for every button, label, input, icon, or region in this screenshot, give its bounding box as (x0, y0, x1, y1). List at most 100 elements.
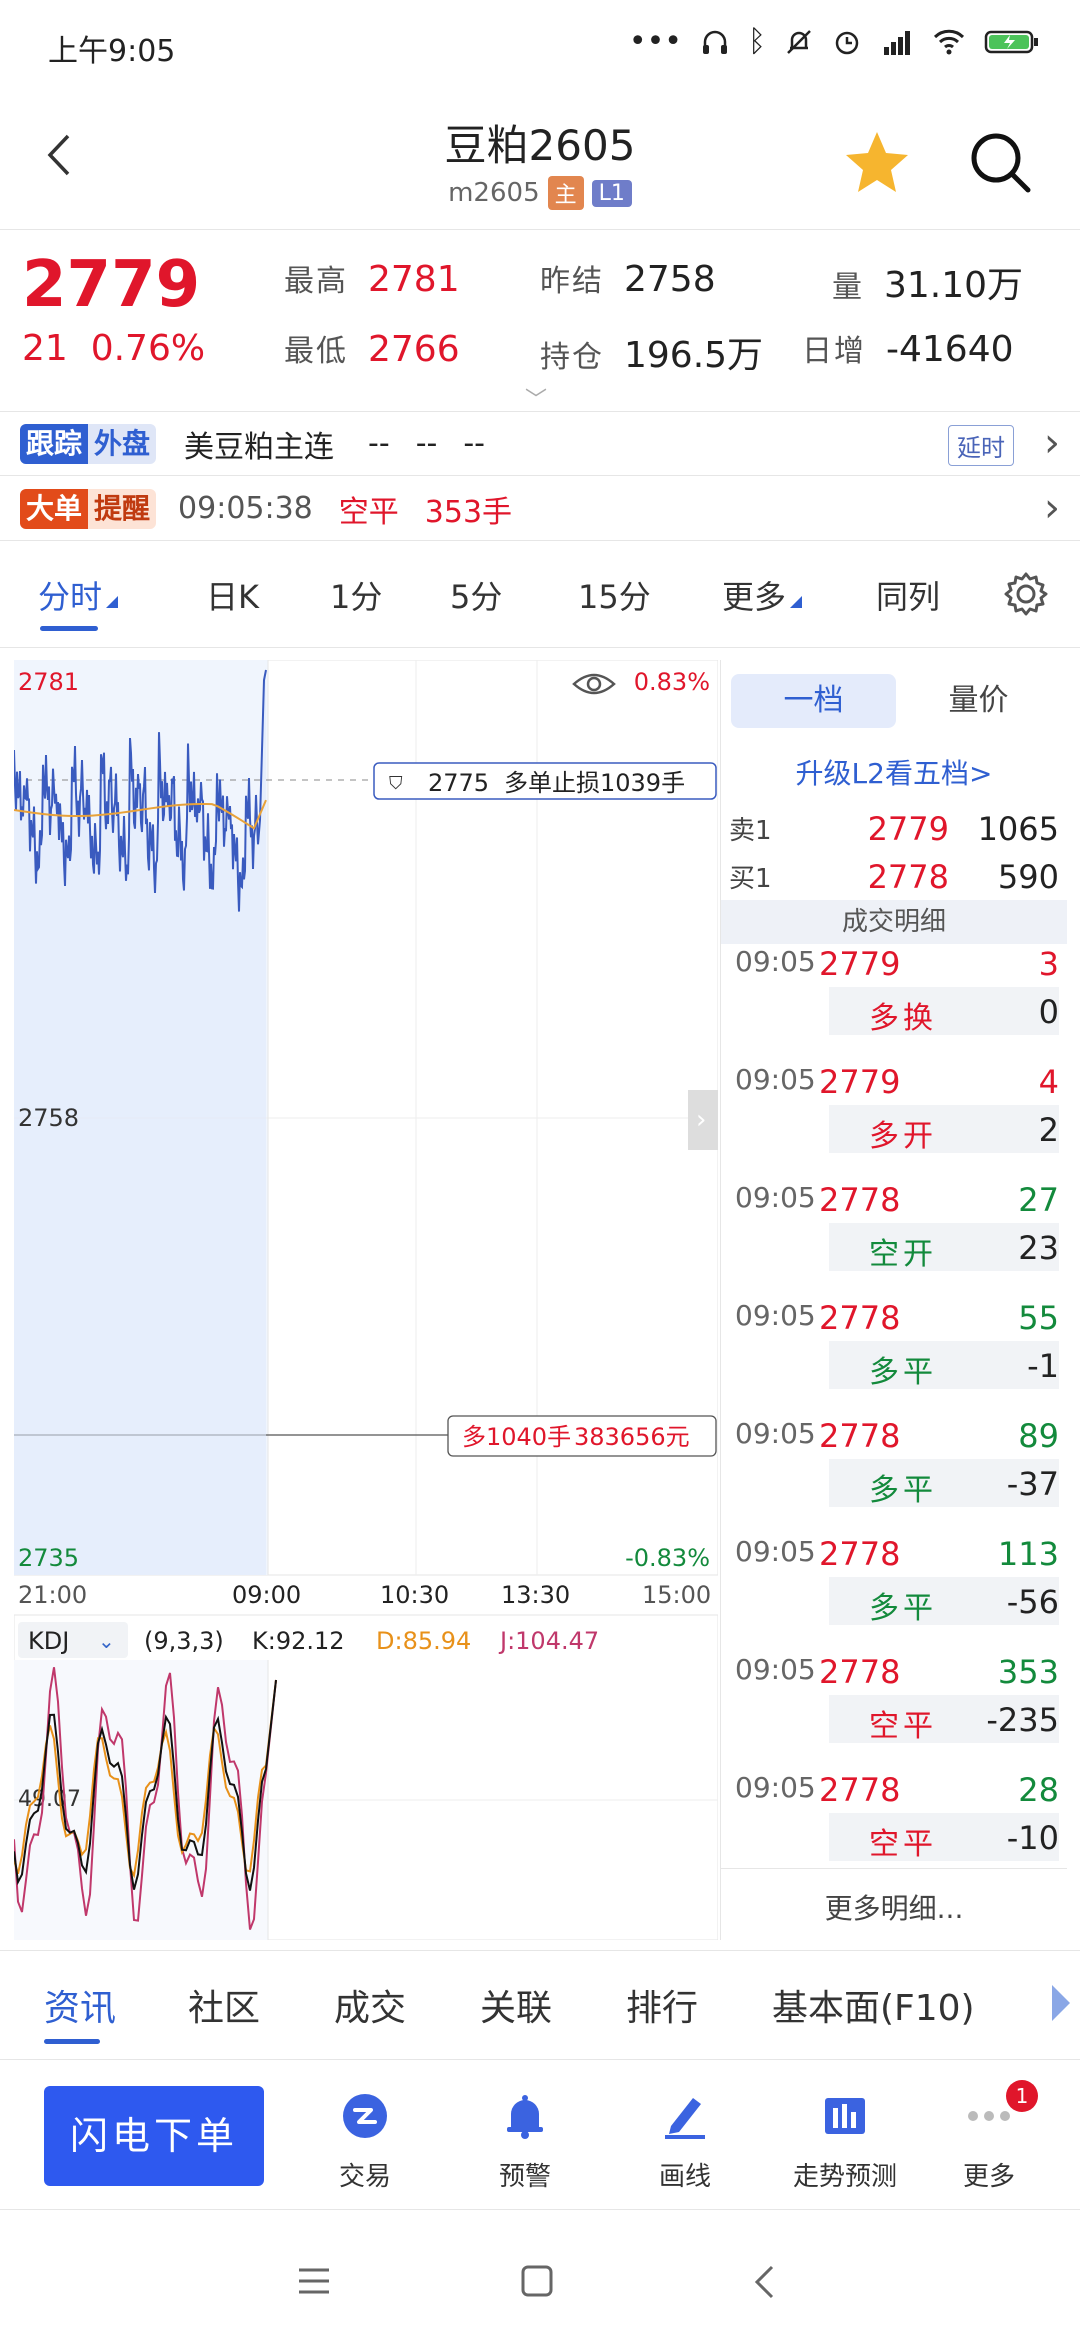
pct-bottom-label: -0.83% (625, 1544, 710, 1572)
low-value: 2766 (368, 329, 460, 370)
tab-timeshare[interactable]: 分时 (38, 572, 119, 618)
delay-badge: 延时 (948, 425, 1014, 466)
trend-forecast-button[interactable]: 走势预测 (770, 2092, 920, 2193)
trade-button[interactable]: 交易 (290, 2092, 440, 2193)
trade-sub-row: 空平 -235 (829, 1695, 1059, 1744)
info-tabs: 资讯 社区 成交 关联 排行 基本面(F10) (0, 1950, 1080, 2060)
volume-cell: 量 31.10万 (832, 256, 1023, 308)
trade-price: 2778 (819, 1771, 901, 1809)
tab-related[interactable]: 关联 (480, 1979, 552, 2031)
tab-daily-k[interactable]: 日K (206, 572, 259, 618)
prev-settle-value: 2758 (624, 259, 716, 300)
alert-button[interactable]: 预警 (450, 2092, 600, 2193)
chevron-right-icon[interactable]: › (1044, 485, 1060, 531)
alert-time: 09:05:38 (178, 491, 313, 526)
trade-volume: 28 (1018, 1771, 1059, 1809)
trade-kind: 多平 (869, 1591, 937, 1626)
tab-1min[interactable]: 1分 (330, 572, 382, 618)
tab-volume-price[interactable]: 量价 (896, 674, 1061, 728)
x-label-1030: 10:30 (380, 1581, 449, 1609)
order-book-tabs: 一档 量价 (731, 674, 1061, 728)
active-tab-underline (40, 626, 98, 631)
position-label[interactable]: 多1040手 383656元 (447, 1415, 717, 1457)
expand-chevron-icon[interactable]: ﹀ (525, 382, 547, 414)
trade-time: 09:05 (735, 945, 816, 978)
big-order-alert-row[interactable]: 大单 提醒 09:05:38 空平 353手 › (0, 477, 1080, 541)
alert-type: 空平 (338, 494, 399, 530)
more-button[interactable]: 1 更多 (914, 2080, 1064, 2193)
trade-volume: 353 (997, 1653, 1059, 1691)
main-contract-tag: 主 (547, 176, 584, 210)
level-tag: L1 (591, 179, 632, 207)
quote-panel: 2779 21 0.76% 最高 2781 最低 2766 昨结 2758 持仓 196… (0, 230, 1080, 414)
tab-fundamentals[interactable]: 基本面(F10) (772, 1979, 975, 2031)
trade-price: 2778 (819, 1181, 901, 1219)
price-change: 21 0.76% (22, 328, 205, 369)
tab-more-label: 更多 (722, 578, 787, 616)
more-detail-link[interactable]: 更多明细... (721, 1868, 1067, 1932)
daily-inc-label: 日增 (802, 334, 866, 369)
shield-icon: ⛉ (389, 773, 403, 794)
search-icon[interactable] (968, 130, 1032, 194)
prev-settle-cell: 昨结 2758 (540, 256, 716, 300)
pct-top-label: 0.83% (634, 668, 710, 696)
ask-label: 卖1 (729, 816, 772, 846)
scroll-right-icon[interactable] (1052, 1985, 1070, 2021)
flash-order-button[interactable]: 闪电下单 (44, 2086, 264, 2186)
alert-qty: 353手 (424, 494, 513, 530)
menu-icon[interactable] (296, 2266, 332, 2296)
dropdown-triangle-icon (790, 596, 803, 608)
gear-icon[interactable] (1002, 570, 1050, 618)
high-value: 2781 (368, 259, 460, 300)
kdj-params: (9,3,3) (144, 1627, 224, 1655)
track-badge: 跟踪 外盘 (20, 423, 157, 464)
tab-compare[interactable]: 同列 (876, 572, 940, 618)
stop-loss-label[interactable]: ⛉ 2775 多单止损1039手 (373, 762, 717, 800)
kdj-d-value: D:85.94 (376, 1627, 471, 1655)
trade-time: 09:05 (735, 1299, 816, 1332)
kdj-selector[interactable]: KDJ ⌄ (18, 1622, 128, 1658)
ask-price: 2779 (867, 810, 949, 848)
alert-badge-a: 大单 (20, 488, 89, 529)
stop-loss-price: 2775 (428, 769, 489, 797)
alert-label: 预警 (498, 2162, 551, 2192)
back-nav-icon[interactable] (752, 2264, 776, 2300)
intraday-chart-panel[interactable]: 2781 2758 2735 0.83% -0.83% ⛉ 2775 多单止损1… (13, 659, 719, 1941)
tab-5min[interactable]: 5分 (450, 572, 502, 618)
trade-oi-change: -235 (986, 1701, 1059, 1739)
trade-kind: 空开 (869, 1237, 937, 1272)
tab-ranking[interactable]: 排行 (626, 1979, 698, 2031)
trade-kind: 多开 (869, 1119, 937, 1154)
position-value: 383656元 (574, 1423, 690, 1451)
trade-kind: 空平 (869, 1827, 937, 1862)
overseas-track-row[interactable]: 跟踪 外盘 美豆粕主连 -- -- -- 延时 › (0, 412, 1080, 476)
tab-news[interactable]: 资讯 (44, 1979, 116, 2031)
home-icon[interactable] (520, 2264, 554, 2298)
dropdown-triangle-icon (106, 596, 119, 608)
contract-subtitle: m2605 主 L1 (0, 176, 1080, 210)
kdj-k-value: K:92.12 (252, 1627, 345, 1655)
ask-row: 卖1 2779 1065 (729, 810, 1059, 848)
trade-volume: 55 (1018, 1299, 1059, 1337)
trade-time: 09:05 (735, 1653, 816, 1686)
trade-oi-change: -56 (1006, 1583, 1059, 1621)
tab-more[interactable]: 更多 (722, 572, 803, 618)
chevron-right-icon[interactable]: › (1044, 420, 1060, 466)
trade-time: 09:05 (735, 1535, 816, 1568)
tab-level1[interactable]: 一档 (731, 674, 896, 728)
trade-volume: 113 (997, 1535, 1059, 1573)
trade-oi-change: 23 (1018, 1229, 1059, 1267)
tab-community[interactable]: 社区 (188, 1979, 260, 2031)
intraday-chart[interactable]: 2781 2758 2735 0.83% -0.83% ⛉ 2775 多单止损1… (13, 659, 719, 1941)
tab-15min[interactable]: 15分 (578, 572, 651, 618)
order-book-panel: 一档 量价 升级L2看五档> 卖1 2779 1065 买1 2778 590 … (720, 660, 1067, 1940)
upgrade-l2-link[interactable]: 升级L2看五档> (721, 752, 1067, 792)
x-label-0900: 09:00 (232, 1581, 301, 1609)
overseas-value-3: -- (463, 426, 485, 461)
trade-oi-change: 0 (1038, 993, 1059, 1031)
draw-button[interactable]: 画线 (610, 2092, 760, 2193)
tab-trades[interactable]: 成交 (334, 1979, 406, 2031)
trade-volume: 4 (1038, 1063, 1059, 1101)
favorite-star-icon[interactable] (842, 128, 912, 198)
bid-price: 2778 (867, 858, 949, 896)
